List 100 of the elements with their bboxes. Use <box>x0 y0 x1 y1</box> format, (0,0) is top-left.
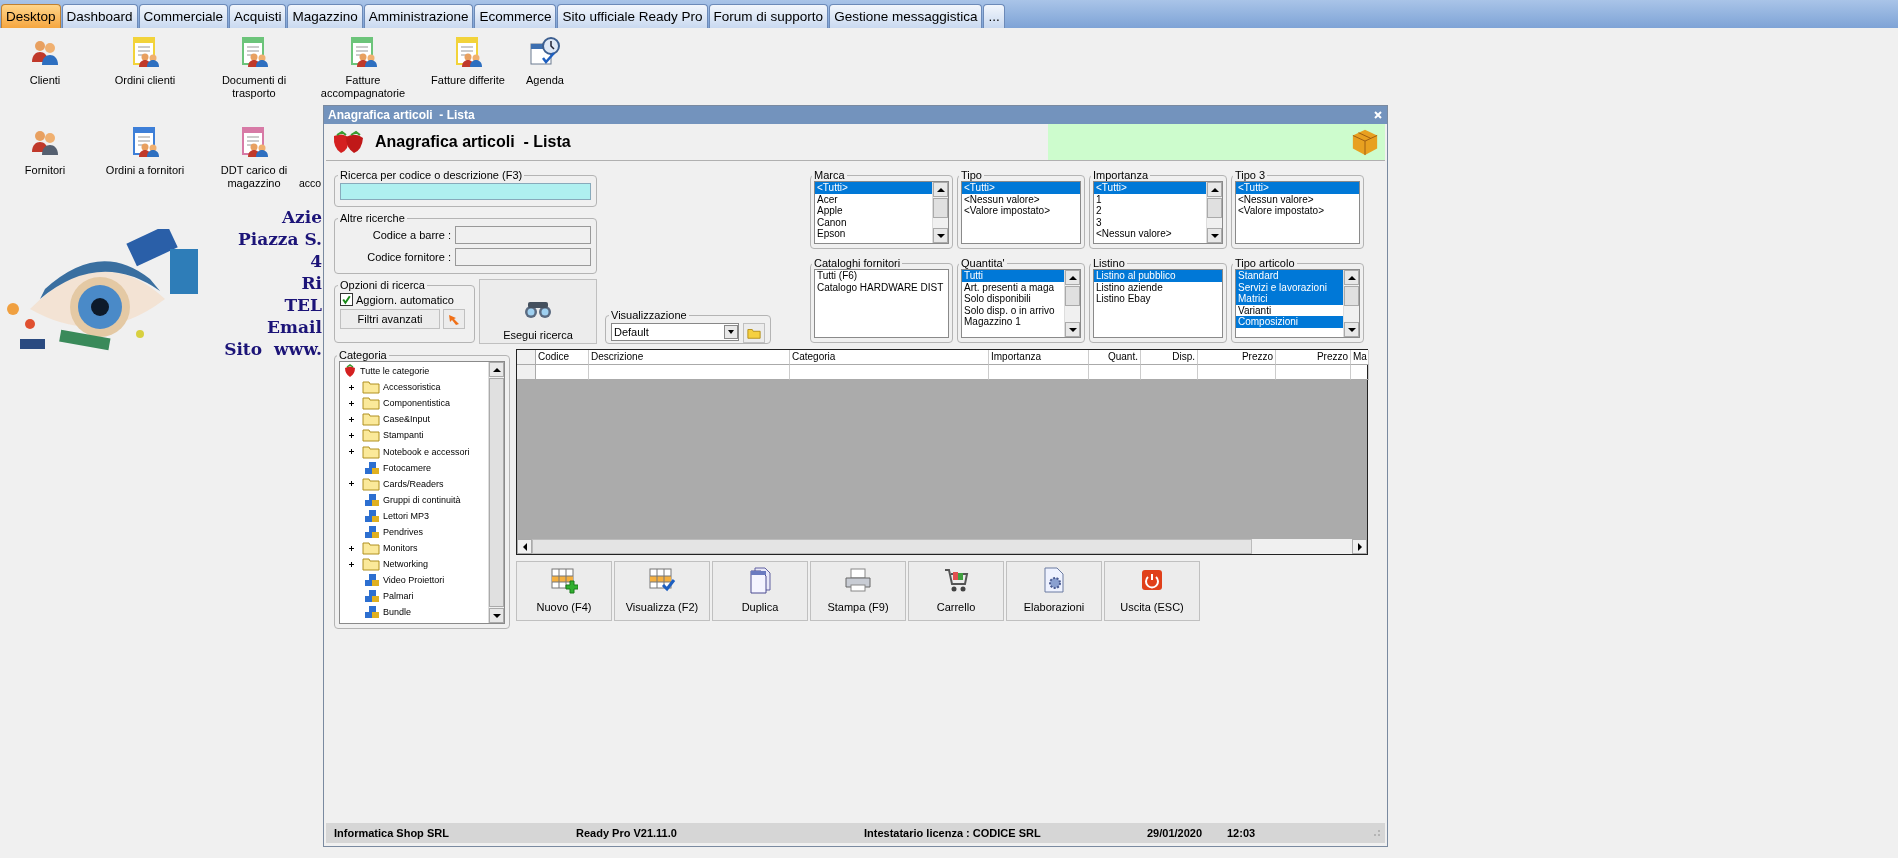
scroll-up-button[interactable] <box>1065 270 1080 285</box>
calendar-icon[interactable] <box>529 36 561 68</box>
expand-toggle[interactable] <box>347 382 356 392</box>
tree-item[interactable]: Notebook e accessori <box>383 446 470 457</box>
toolbar-button[interactable]: Carrello <box>908 561 1004 621</box>
column-header[interactable]: Ma <box>1351 350 1369 365</box>
list-item[interactable]: Listino aziende <box>1094 281 1222 294</box>
list-item[interactable]: Listino al pubblico <box>1094 270 1222 282</box>
scroll-thumb[interactable] <box>1207 198 1222 218</box>
list-item[interactable]: <Nessun valore> <box>1236 193 1359 206</box>
run-search-button[interactable]: Esegui ricerca <box>479 279 597 344</box>
list-item[interactable]: <Tutti> <box>1094 182 1206 194</box>
toolbar-button[interactable]: Uscita (ESC) <box>1104 561 1200 621</box>
close-icon[interactable] <box>1373 110 1383 120</box>
tree-item[interactable]: Fotocamere <box>383 462 432 473</box>
column-header[interactable]: Codice <box>536 350 589 365</box>
grid-check-icon[interactable] <box>648 566 676 594</box>
list-item[interactable]: Acer <box>815 193 932 206</box>
scroll-thumb[interactable] <box>933 198 948 218</box>
tree-item[interactable]: Case&Input <box>383 414 431 425</box>
list-item[interactable]: 2 <box>1094 205 1206 217</box>
tree-item[interactable]: Accessoristica <box>383 382 441 393</box>
up-arrow-icon[interactable] <box>1068 274 1077 281</box>
desktop-icon-label[interactable]: Fatture differite <box>431 74 505 87</box>
list-item[interactable]: Canon <box>815 216 932 229</box>
list-item[interactable]: Art. presenti a maga <box>962 281 1064 294</box>
list-item[interactable]: Listino Ebay <box>1094 293 1222 305</box>
list-item[interactable]: <Tutti> <box>962 182 1080 194</box>
list-item[interactable]: <Nessun valore> <box>1094 228 1206 240</box>
tab[interactable]: Commerciale <box>138 4 229 28</box>
list-item[interactable]: <Valore impostato> <box>962 205 1080 217</box>
tab[interactable]: Dashboard <box>61 4 138 28</box>
tree-item[interactable]: Bundle <box>383 607 412 618</box>
input-field[interactable] <box>455 248 591 266</box>
down-arrow-icon[interactable] <box>1347 326 1356 333</box>
tree-item[interactable]: Pendrives <box>383 527 424 537</box>
left-arrow-icon[interactable] <box>521 542 528 551</box>
up-arrow-icon[interactable] <box>1210 186 1219 193</box>
desktop-icon-label[interactable]: DDT carico di magazzino <box>211 164 297 190</box>
desktop-icon-label[interactable]: Fornitori <box>24 164 66 177</box>
down-arrow-icon[interactable] <box>936 232 945 239</box>
advanced-filters-button[interactable]: Filtri avanzati <box>340 309 440 329</box>
tree-item[interactable]: Componentistica <box>383 398 451 409</box>
expand-toggle[interactable] <box>347 430 356 440</box>
right-arrow-icon[interactable] <box>1356 542 1363 551</box>
column-header[interactable]: Importanza <box>989 350 1089 365</box>
desktop-icon-label[interactable]: Ordini clienti <box>114 74 176 87</box>
down-arrow-icon[interactable] <box>1068 326 1077 333</box>
tree-item[interactable]: Networking <box>383 559 429 570</box>
tab[interactable]: Ecommerce <box>474 4 557 28</box>
scroll-down-button[interactable] <box>489 608 504 623</box>
list-item[interactable]: Catalogo HARDWARE DIST <box>815 281 948 294</box>
tab[interactable]: Sito ufficiale Ready Pro <box>557 4 708 28</box>
column-header[interactable]: Categoria <box>790 350 989 365</box>
list-item[interactable]: <Valore impostato> <box>1236 205 1359 217</box>
input-field[interactable] <box>455 226 591 244</box>
expand-toggle[interactable] <box>347 414 356 424</box>
up-arrow-icon[interactable] <box>492 366 501 373</box>
desktop-icon-label[interactable]: Documenti di trasporto <box>211 74 297 100</box>
tab[interactable]: Amministrazione <box>363 4 474 28</box>
list-item[interactable]: Matrici <box>1236 293 1343 305</box>
tree-item[interactable]: Tutte le categorie <box>360 366 430 377</box>
tab[interactable]: ... <box>983 4 1005 28</box>
toolbar-button[interactable]: Duplica <box>712 561 808 621</box>
scroll-up-button[interactable] <box>1207 182 1222 197</box>
down-arrow-icon[interactable] <box>492 612 501 619</box>
scrollbar[interactable] <box>1206 182 1222 243</box>
binoculars-icon[interactable] <box>523 299 553 319</box>
scrollbar[interactable] <box>1343 270 1359 337</box>
expand-toggle[interactable] <box>347 559 356 569</box>
column-header[interactable]: Disp. <box>1141 350 1198 365</box>
scroll-down-button[interactable] <box>1207 228 1222 243</box>
desktop-icon-label[interactable]: Clienti <box>29 74 61 87</box>
list-item[interactable]: Apple <box>815 205 932 217</box>
column-header[interactable]: Prezzo <box>1198 350 1276 365</box>
grid-plus-icon[interactable] <box>550 566 578 594</box>
tab[interactable]: Magazzino <box>287 4 363 28</box>
list-item[interactable]: Solo disp. o in arrivo <box>962 304 1064 317</box>
column-header[interactable]: Descrizione <box>589 350 790 365</box>
list-item[interactable]: Tutti <box>962 270 1064 282</box>
column-header[interactable]: Quant. <box>1089 350 1141 365</box>
toolbar-button[interactable]: Stampa (F9) <box>810 561 906 621</box>
scroll-thumb[interactable] <box>489 378 504 607</box>
toolbar-button[interactable]: Nuovo (F4) <box>516 561 612 621</box>
scroll-thumb[interactable] <box>532 539 1252 554</box>
tree-item[interactable]: Lettori MP3 <box>383 510 430 521</box>
list-item[interactable]: Epson <box>815 228 932 240</box>
list-item[interactable]: Composizioni <box>1236 316 1343 328</box>
scroll-thumb[interactable] <box>1344 286 1359 306</box>
scroll-up-button[interactable] <box>1344 270 1359 285</box>
scroll-up-button[interactable] <box>933 182 948 197</box>
scroll-thumb[interactable] <box>1065 286 1080 306</box>
resize-grip-icon[interactable] <box>1373 829 1381 837</box>
tab[interactable]: Forum di supporto <box>708 4 829 28</box>
search-field[interactable] <box>340 183 591 200</box>
tree-item[interactable]: Palmari <box>383 591 414 602</box>
tab[interactable]: Gestione messaggistica <box>829 4 983 28</box>
expand-toggle[interactable] <box>347 447 356 456</box>
scroll-up-button[interactable] <box>489 362 504 377</box>
desktop-icon-label[interactable]: acco <box>299 177 322 190</box>
